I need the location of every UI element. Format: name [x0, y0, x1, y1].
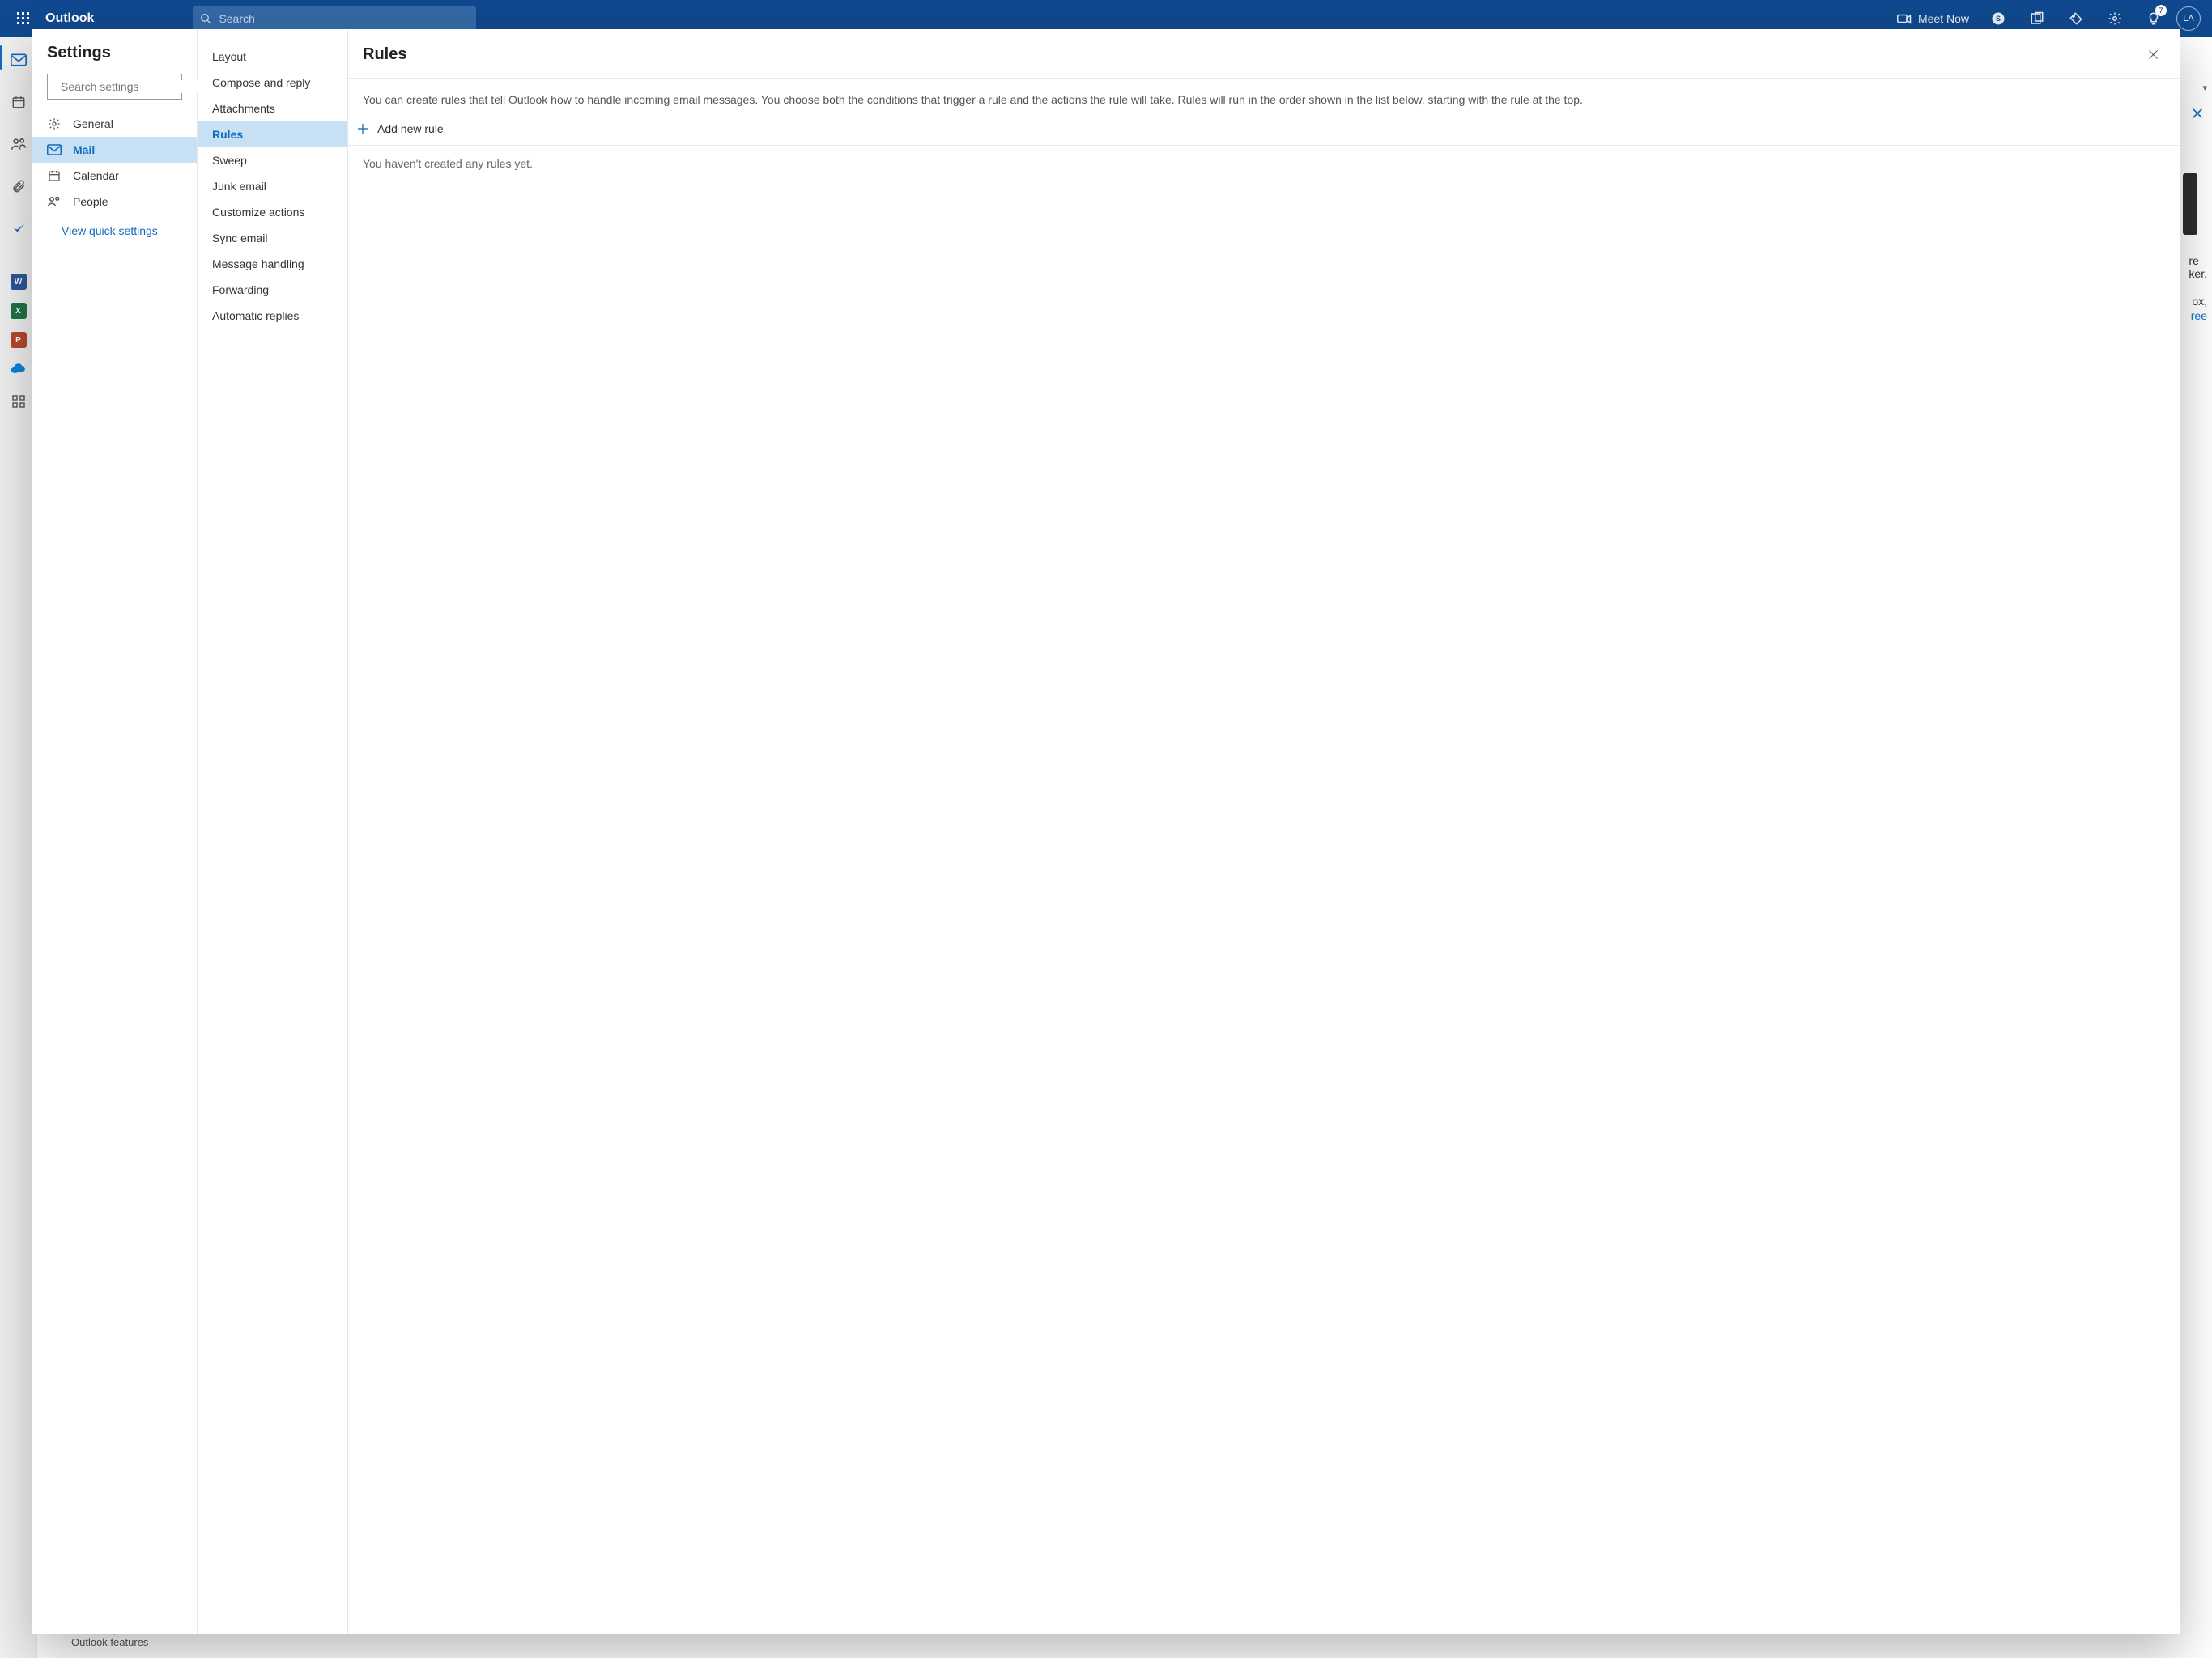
subnav-junk-email[interactable]: Junk email	[198, 173, 347, 199]
account-avatar[interactable]: LA	[2176, 6, 2201, 31]
settings-subnav-column: Layout Compose and reply Attachments Rul…	[198, 29, 348, 1634]
category-label: Calendar	[73, 169, 119, 182]
subnav-attachments[interactable]: Attachments	[198, 96, 347, 121]
category-people[interactable]: People	[32, 189, 197, 215]
meet-now-label: Meet Now	[1918, 12, 1969, 25]
subnav-automatic-replies[interactable]: Automatic replies	[198, 303, 347, 329]
rail-people[interactable]	[1, 130, 36, 159]
rail-mail[interactable]	[1, 45, 36, 74]
calendar-icon	[47, 169, 62, 182]
rail-excel[interactable]: X	[11, 303, 27, 319]
category-label: People	[73, 195, 108, 208]
rail-onedrive[interactable]	[11, 361, 27, 377]
check-icon	[11, 221, 26, 236]
search-settings-box[interactable]	[47, 74, 182, 100]
subnav-message-handling[interactable]: Message handling	[198, 251, 347, 277]
bg-banner-close[interactable]	[2188, 104, 2207, 123]
bg-upgrade-line2: Outlook features	[71, 1636, 155, 1650]
subnav-forwarding[interactable]: Forwarding	[198, 277, 347, 303]
category-label: General	[73, 117, 113, 130]
global-search[interactable]	[193, 6, 476, 32]
calendar-icon	[11, 95, 26, 109]
cloud-icon	[11, 363, 27, 375]
quick-settings-link-wrap: View quick settings	[32, 215, 197, 239]
brand-label: Outlook	[42, 11, 102, 26]
add-new-rule-button[interactable]: Add new rule	[348, 116, 2180, 145]
card-icon	[2030, 11, 2044, 26]
subnav-compose-and-reply[interactable]: Compose and reply	[198, 70, 347, 96]
tag-icon	[2069, 11, 2083, 26]
attachment-icon	[11, 179, 26, 193]
search-icon	[199, 12, 212, 25]
category-calendar[interactable]: Calendar	[32, 163, 197, 189]
rail-powerpoint[interactable]: P	[11, 332, 27, 348]
bg-phone-preview	[2183, 173, 2197, 235]
rules-divider	[348, 145, 2180, 146]
subnav-sync-email[interactable]: Sync email	[198, 225, 347, 251]
plus-icon	[356, 122, 369, 135]
video-icon	[1897, 13, 1912, 24]
waffle-icon	[17, 12, 30, 25]
category-label: Mail	[73, 143, 95, 156]
rail-word[interactable]: W	[11, 274, 27, 290]
gear-icon	[47, 117, 62, 130]
settings-detail-pane: Rules You can create rules that tell Out…	[348, 29, 2180, 1634]
gear-icon	[2108, 11, 2122, 26]
mail-icon	[47, 144, 62, 155]
subnav-sweep[interactable]: Sweep	[198, 147, 347, 173]
bg-text-1: re ker.	[2189, 254, 2207, 280]
grid-icon	[12, 395, 25, 408]
close-settings-button[interactable]	[2141, 42, 2165, 66]
close-icon	[2191, 107, 2204, 120]
subnav-customize-actions[interactable]: Customize actions	[198, 199, 347, 225]
bg-text-2: ox,	[2192, 295, 2207, 308]
add-new-rule-label: Add new rule	[377, 122, 444, 135]
rail-calendar[interactable]	[1, 87, 36, 117]
settings-modal: Settings General Mail Cal	[32, 29, 2180, 1634]
search-settings-input[interactable]	[61, 80, 207, 93]
rules-empty-text: You haven't created any rules yet.	[348, 154, 2180, 173]
category-general[interactable]: General	[32, 111, 197, 137]
subnav-rules[interactable]: Rules	[198, 121, 347, 147]
people-icon	[11, 137, 27, 151]
rules-intro-text: You can create rules that tell Outlook h…	[348, 79, 2180, 116]
quick-settings-link[interactable]: View quick settings	[62, 224, 158, 237]
svg-text:S: S	[1996, 15, 2001, 23]
global-search-input[interactable]	[219, 12, 470, 25]
detail-header: Rules	[348, 29, 2180, 79]
bg-chevron-down[interactable]: ▾	[2202, 83, 2207, 93]
bg-link[interactable]: ree	[2191, 309, 2207, 322]
tips-badge: 7	[2155, 5, 2167, 16]
subnav-layout[interactable]: Layout	[198, 44, 347, 70]
settings-categories-column: Settings General Mail Cal	[32, 29, 198, 1634]
category-mail[interactable]: Mail	[32, 137, 197, 163]
skype-icon: S	[1991, 11, 2006, 26]
detail-title: Rules	[363, 45, 406, 64]
settings-title: Settings	[32, 44, 197, 74]
mail-icon	[11, 53, 27, 66]
rail-files[interactable]	[1, 172, 36, 201]
close-icon	[2147, 49, 2159, 61]
left-rail-active-indicator	[0, 45, 2, 70]
people-icon	[47, 195, 62, 208]
rail-todo[interactable]	[1, 214, 36, 243]
rail-more-apps[interactable]	[1, 390, 36, 413]
